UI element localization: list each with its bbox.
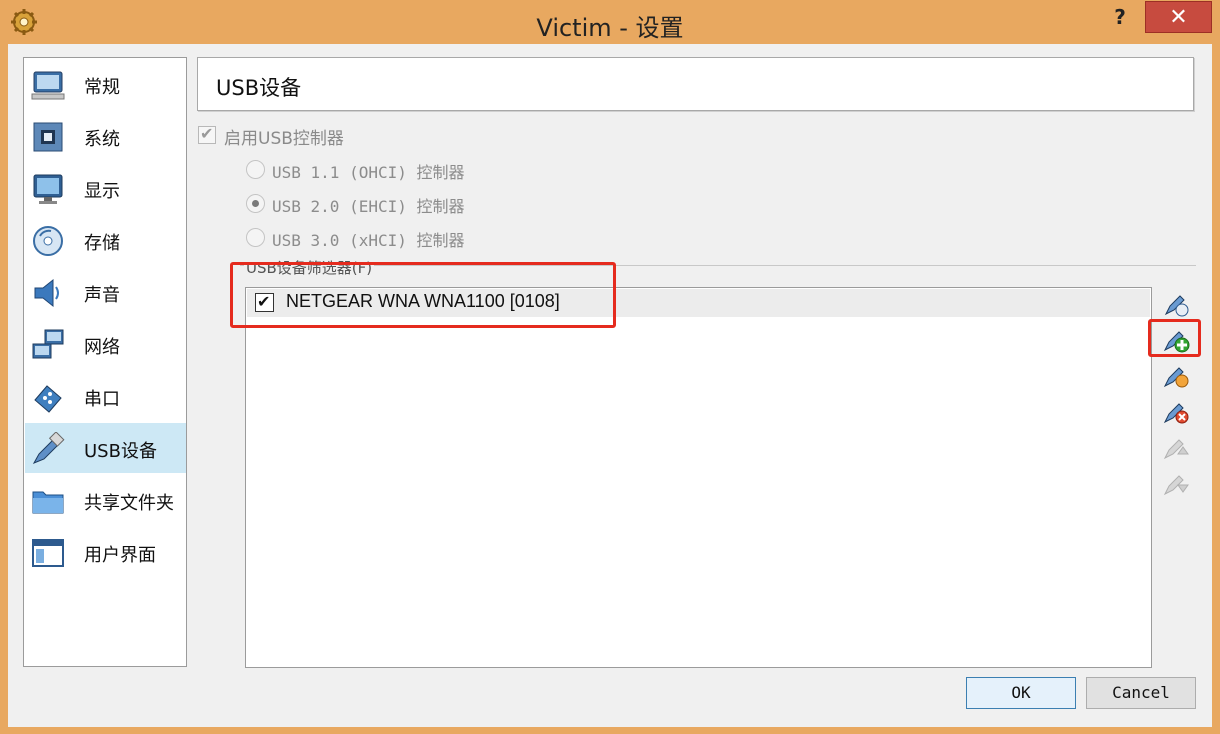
check-icon: ✔ <box>200 124 214 143</box>
sidebar-item-label: 用户界面 <box>84 545 156 566</box>
usb-filter-edit-icon <box>1163 367 1189 388</box>
radio-selected-dot <box>252 200 259 207</box>
usb-filter-list[interactable]: ✔ NETGEAR WNA WNA1100 [0108] <box>245 287 1152 668</box>
dialog-body: 常规 系统 显示 存储 声音 网络 串口 USB设备 共享文件夹 用户界面 US… <box>8 44 1212 727</box>
help-button[interactable]: ? <box>1100 4 1140 30</box>
sidebar-item-label: 声音 <box>84 285 120 306</box>
settings-window: Victim - 设置 ? ✕ 常规 系统 显示 存储 声音 网络 串口 USB… <box>0 0 1220 734</box>
serial-port-icon <box>34 385 62 413</box>
edit-filter-button[interactable] <box>1162 360 1192 390</box>
sidebar-item-label: 系统 <box>84 129 120 150</box>
usb-filter-move-down-icon <box>1163 475 1189 496</box>
usb-1-1-label: USB 1.1 (OHCI) 控制器 <box>272 163 465 182</box>
sidebar-item-label: 显示 <box>84 181 120 202</box>
annotation-highlight <box>230 262 616 328</box>
cancel-button[interactable]: Cancel <box>1086 677 1196 709</box>
move-filter-down-button[interactable] <box>1162 468 1192 498</box>
enable-usb-checkbox[interactable]: ✔ <box>198 124 216 144</box>
remove-filter-button[interactable] <box>1162 396 1192 426</box>
sidebar-item-user-interface[interactable]: 用户界面 <box>25 527 186 577</box>
folder-icon <box>32 491 64 514</box>
chip-icon <box>33 122 63 152</box>
disk-icon <box>33 226 63 256</box>
sidebar-item-storage[interactable]: 存储 <box>25 215 186 265</box>
sidebar-item-label: 网络 <box>84 337 120 358</box>
usb-2-0-label: USB 2.0 (EHCI) 控制器 <box>272 197 465 216</box>
usb-filter-add-empty-icon <box>1164 295 1189 317</box>
sidebar-item-label: 常规 <box>84 77 120 98</box>
sidebar-item-network[interactable]: 网络 <box>25 319 186 369</box>
usb-icon <box>32 432 65 464</box>
settings-sidebar: 常规 系统 显示 存储 声音 网络 串口 USB设备 共享文件夹 用户界面 <box>23 57 187 667</box>
sidebar-item-label: 共享文件夹 <box>84 493 174 514</box>
close-button[interactable]: ✕ <box>1145 1 1212 33</box>
network-icon <box>32 329 64 359</box>
title-bar[interactable]: Victim - 设置 ? ✕ <box>0 0 1220 44</box>
window-icon <box>32 539 64 567</box>
sidebar-item-label: 存储 <box>84 233 120 254</box>
usb-2-0-radio[interactable] <box>246 194 265 213</box>
enable-usb-label: 启用USB控制器 <box>224 129 344 149</box>
ok-button[interactable]: OK <box>966 677 1076 709</box>
sidebar-item-general[interactable]: 常规 <box>25 59 186 109</box>
usb-3-0-label: USB 3.0 (xHCI) 控制器 <box>272 231 465 250</box>
sidebar-item-usb[interactable]: USB设备 <box>25 423 186 473</box>
sidebar-item-shared-folders[interactable]: 共享文件夹 <box>25 475 186 525</box>
sidebar-item-label: USB设备 <box>84 441 157 462</box>
sidebar-item-display[interactable]: 显示 <box>25 163 186 213</box>
page-title: USB设备 <box>216 76 302 100</box>
usb-3-0-radio[interactable] <box>246 228 265 247</box>
speaker-icon <box>34 278 59 308</box>
monitor-icon <box>31 71 65 100</box>
sidebar-item-serial-ports[interactable]: 串口 <box>25 371 186 421</box>
move-filter-up-button[interactable] <box>1162 432 1192 462</box>
sidebar-item-label: 串口 <box>84 389 120 410</box>
annotation-highlight <box>1148 319 1201 357</box>
usb-filter-move-up-icon <box>1163 439 1189 460</box>
window-title: Victim - 设置 <box>536 14 684 42</box>
page-header: USB设备 <box>197 57 1194 111</box>
usb-1-1-radio[interactable] <box>246 160 265 179</box>
add-empty-filter-button[interactable] <box>1162 288 1192 318</box>
display-icon <box>33 174 63 204</box>
usb-filter-remove-icon <box>1163 403 1189 424</box>
sidebar-item-audio[interactable]: 声音 <box>25 267 186 317</box>
sidebar-item-system[interactable]: 系统 <box>25 111 186 161</box>
